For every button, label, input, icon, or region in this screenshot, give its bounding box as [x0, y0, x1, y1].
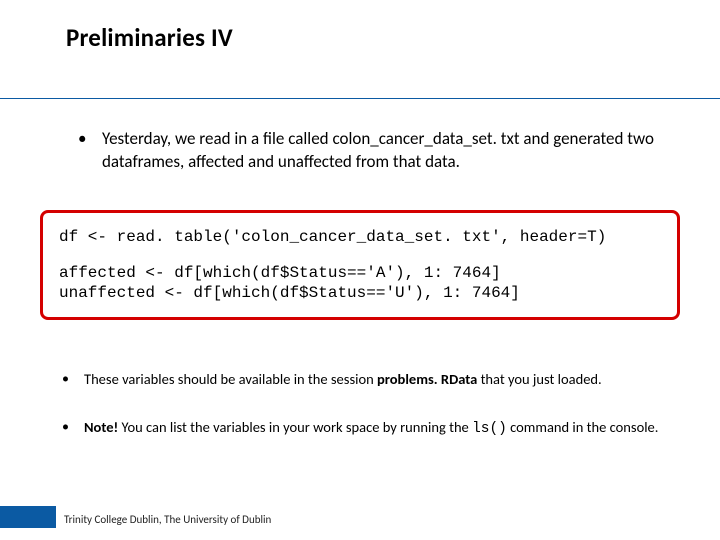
bullet-session-bold: problems. RData	[377, 370, 477, 388]
code-line-1: df <- read. table('colon_cancer_data_set…	[59, 227, 661, 247]
intro-bullet: Yesterday, we read in a file called colo…	[70, 128, 680, 174]
lower-block: These variables should be available in t…	[52, 370, 680, 467]
intro-block: Yesterday, we read in a file called colo…	[70, 128, 680, 174]
bullet-note-mid: You can list the variables in your work …	[118, 418, 472, 436]
slide: Preliminaries IV Yesterday, we read in a…	[0, 0, 720, 540]
footer-accent-bar	[0, 506, 56, 528]
bullet-note: Note! You can list the variables in your…	[52, 418, 680, 440]
bullet-note-label: Note!	[84, 418, 118, 436]
bullet-note-post: command in the console.	[507, 418, 659, 436]
bullet-note-cmd: ls()	[472, 421, 507, 437]
code-box: df <- read. table('colon_cancer_data_set…	[40, 210, 680, 320]
code-line-3: unaffected <- df[which(df$Status=='U'), …	[59, 283, 661, 303]
page-title: Preliminaries IV	[0, 0, 720, 53]
bullet-session: These variables should be available in t…	[52, 370, 680, 390]
footer-text: Trinity College Dublin, The University o…	[64, 513, 271, 526]
code-gap	[59, 247, 661, 263]
code-line-2: affected <- df[which(df$Status=='A'), 1:…	[59, 263, 661, 283]
title-divider	[0, 98, 720, 99]
bullet-session-post: that you just loaded.	[477, 370, 601, 388]
bullet-session-pre: These variables should be available in t…	[84, 370, 377, 388]
